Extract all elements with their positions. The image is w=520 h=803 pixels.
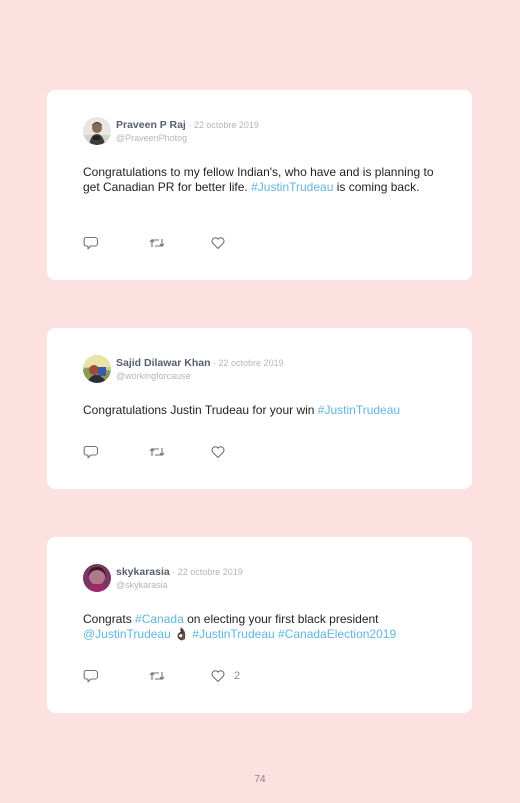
hashtag-link[interactable]: #JustinTrudeau <box>318 403 400 417</box>
author-handle[interactable]: @workingforcause <box>116 370 284 383</box>
tweet-text: Congratulations to my fellow Indian's, w… <box>83 165 442 195</box>
author-name[interactable]: Sajid Dilawar Khan <box>116 357 211 369</box>
page-number: 74 <box>254 774 266 785</box>
like-count: 2 <box>234 670 241 682</box>
author-name[interactable]: Praveen P Raj <box>116 119 186 131</box>
author-handle[interactable]: @skykarasia <box>116 579 243 592</box>
separator: · <box>185 120 194 130</box>
retweet-icon[interactable] <box>149 445 165 459</box>
reply-icon[interactable] <box>83 236 99 250</box>
retweet-icon[interactable] <box>149 236 165 250</box>
tweet-date[interactable]: 22 octobre 2019 <box>194 120 259 130</box>
heart-icon[interactable] <box>210 669 226 683</box>
tweet-date[interactable]: 22 octobre 2019 <box>219 358 284 368</box>
avatar[interactable] <box>83 564 111 592</box>
separator: · <box>169 567 178 577</box>
tweet-date[interactable]: 22 octobre 2019 <box>178 567 243 577</box>
retweet-icon[interactable] <box>149 669 165 683</box>
heart-icon[interactable] <box>210 236 226 250</box>
text-segment: on electing your first black president <box>183 612 379 626</box>
avatar[interactable] <box>83 355 111 383</box>
tweet-text: Congratulations Justin Trudeau for your … <box>83 403 442 418</box>
separator: · <box>210 358 219 368</box>
tweet-header: Sajid Dilawar Khan · 22 octobre 2019 @wo… <box>83 355 284 383</box>
text-segment: Congratulations Justin Trudeau for your … <box>83 403 318 417</box>
tweet-actions <box>83 236 234 250</box>
text-segment: is coming back. <box>333 180 420 194</box>
tweet-header: Praveen P Raj · 22 octobre 2019 @Praveen… <box>83 117 259 145</box>
author-name[interactable]: skykarasia <box>116 566 170 578</box>
heart-icon[interactable] <box>210 445 226 459</box>
emoji: 👌🏿 <box>170 627 193 641</box>
tweet-card: Praveen P Raj · 22 octobre 2019 @Praveen… <box>47 90 472 280</box>
avatar[interactable] <box>83 117 111 145</box>
tweet-card: Sajid Dilawar Khan · 22 octobre 2019 @wo… <box>47 328 472 489</box>
tweet-actions <box>83 445 234 459</box>
hashtag-link[interactable]: #JustinTrudeau <box>251 180 333 194</box>
reply-icon[interactable] <box>83 669 99 683</box>
text-segment: Congrats <box>83 612 136 626</box>
tweet-header: skykarasia · 22 octobre 2019 @skykarasia <box>83 564 243 592</box>
mention-link[interactable]: @JustinTrudeau <box>83 627 171 641</box>
tweet-actions: 2 <box>83 669 240 683</box>
tweet-card: skykarasia · 22 octobre 2019 @skykarasia… <box>47 537 472 713</box>
hashtag-link[interactable]: #JustinTrudeau <box>192 627 274 641</box>
reply-icon[interactable] <box>83 445 99 459</box>
author-handle[interactable]: @PraveenPhotog <box>116 132 259 145</box>
hashtag-link[interactable]: #Canada <box>135 612 184 626</box>
hashtag-link[interactable]: #CanadaElection2019 <box>278 627 396 641</box>
tweet-text: Congrats #Canada on electing your first … <box>83 612 442 642</box>
